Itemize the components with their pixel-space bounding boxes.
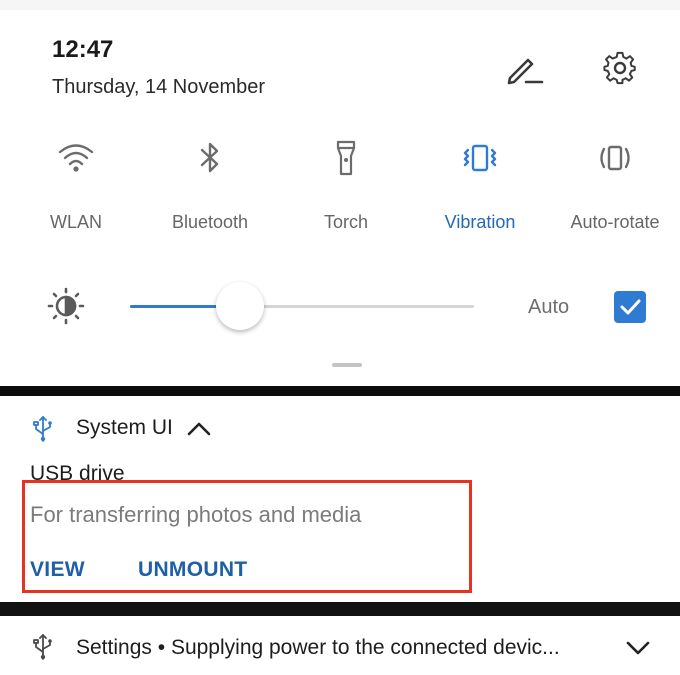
settings-summary: Supplying power to the connected devic..… — [170, 636, 560, 659]
settings-notification-text: Settings • Supplying power to the connec… — [76, 636, 560, 660]
tile-auto-rotate[interactable]: Auto-rotate — [555, 138, 675, 238]
notification-app-name: System UI — [76, 416, 173, 439]
panel-top-edge — [0, 0, 680, 10]
wifi-icon — [58, 144, 94, 172]
quick-settings-panel: 12:47 Thursday, 14 November WLAN Bluetoo… — [0, 0, 680, 386]
tile-vibration[interactable]: Vibration — [420, 138, 540, 238]
tile-wlan[interactable]: WLAN — [16, 138, 136, 238]
brightness-slider[interactable] — [130, 282, 474, 330]
bluetooth-icon — [200, 142, 219, 173]
auto-brightness-label: Auto — [528, 296, 570, 318]
panel-divider — [0, 386, 680, 396]
tile-label-bluetooth: Bluetooth — [171, 212, 249, 232]
chevron-down-icon[interactable] — [624, 638, 652, 658]
panel-drag-handle[interactable] — [332, 363, 362, 367]
pencil-icon — [507, 58, 544, 85]
auto-brightness-checkbox[interactable] — [614, 291, 646, 323]
tile-label-wlan: WLAN — [49, 212, 102, 232]
notification-divider — [0, 602, 680, 616]
tile-label-auto-rotate: Auto-rotate — [570, 212, 660, 232]
usb-icon — [33, 416, 52, 442]
tile-torch[interactable]: Torch — [286, 138, 406, 238]
clock: 12:47 — [52, 36, 114, 63]
chevron-up-icon[interactable] — [184, 418, 214, 440]
settings-app-name: Settings — [76, 636, 152, 659]
gear-icon — [603, 51, 636, 85]
date: Thursday, 14 November — [52, 76, 266, 98]
notification-usb-drive[interactable]: System UI USB drive For transferring pho… — [0, 396, 680, 602]
usb-icon — [33, 634, 52, 660]
edit-button[interactable] — [502, 48, 546, 88]
brightness-icon — [47, 287, 85, 325]
checkmark-icon — [620, 299, 641, 315]
settings-button[interactable] — [598, 48, 642, 88]
unmount-button[interactable]: UNMOUNT — [138, 558, 247, 582]
view-button[interactable]: VIEW — [30, 558, 85, 582]
notification-settings-power[interactable]: Settings • Supplying power to the connec… — [0, 616, 680, 675]
brightness-slider-thumb[interactable] — [216, 282, 265, 330]
tile-label-torch: Torch — [323, 212, 368, 232]
tile-label-vibration: Vibration — [444, 212, 516, 232]
tile-bluetooth[interactable]: Bluetooth — [150, 138, 270, 238]
vibration-icon — [463, 144, 497, 172]
notification-title: USB drive — [30, 462, 125, 485]
notification-body: For transferring photos and media — [30, 502, 362, 527]
separator-dot: • — [157, 636, 166, 659]
torch-icon — [336, 140, 356, 176]
auto-rotate-icon — [600, 145, 630, 171]
